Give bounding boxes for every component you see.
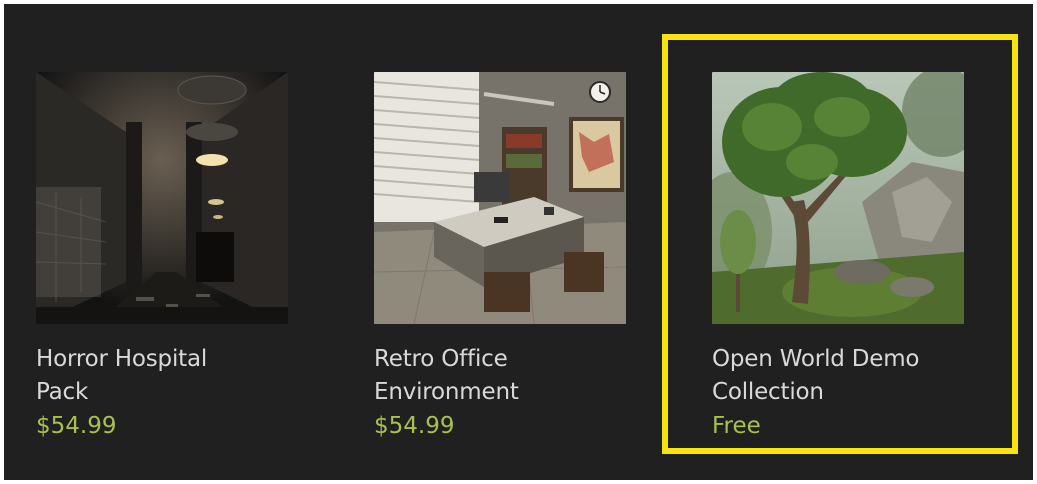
horror-hospital-thumbnail[interactable] <box>36 72 288 324</box>
highlight-frame <box>662 34 1018 454</box>
product-title[interactable]: Retro Office Environment <box>374 343 626 409</box>
product-price: $54.99 <box>374 413 455 439</box>
product-card-retro-office[interactable]: Retro Office Environment $54.99 <box>374 72 626 443</box>
retro-office-thumbnail[interactable] <box>374 72 626 324</box>
product-card-horror-hospital[interactable]: Horror Hospital Pack $54.99 <box>36 72 288 443</box>
product-title[interactable]: Horror Hospital Pack <box>36 343 288 409</box>
product-price: $54.99 <box>36 413 117 439</box>
